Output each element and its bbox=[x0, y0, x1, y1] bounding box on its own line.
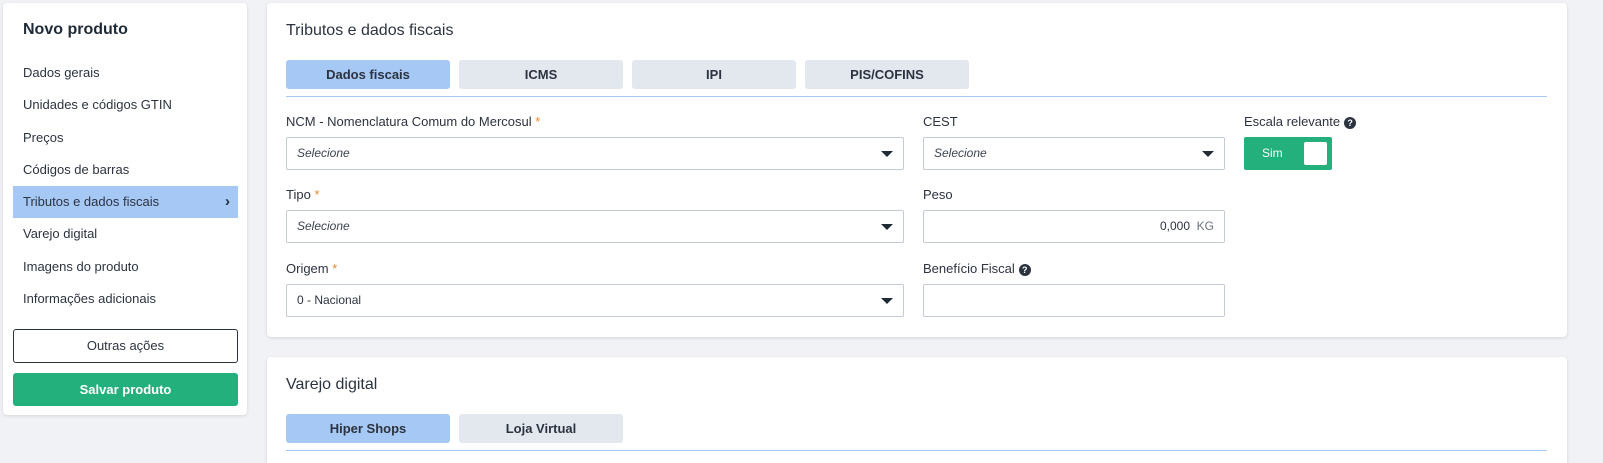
toggle-knob bbox=[1304, 142, 1327, 165]
required-mark: * bbox=[332, 261, 338, 276]
tab-pis-cofins[interactable]: PIS/COFINS bbox=[805, 60, 969, 89]
sidebar-item-informacoes[interactable]: Informações adicionais bbox=[13, 283, 238, 315]
peso-label: Peso bbox=[923, 187, 953, 202]
sidebar-item-varejo[interactable]: Varejo digital bbox=[13, 218, 238, 250]
caret-down-icon bbox=[881, 151, 893, 157]
escala-relevante-toggle[interactable]: Sim bbox=[1244, 137, 1332, 170]
tab-ipi[interactable]: IPI bbox=[632, 60, 796, 89]
caret-down-icon bbox=[881, 298, 893, 304]
save-product-button[interactable]: Salvar produto bbox=[13, 373, 238, 406]
beneficio-label: Benefício Fiscal? bbox=[923, 261, 1031, 276]
tipo-label: Tipo * bbox=[286, 187, 320, 202]
origem-label: Origem * bbox=[286, 261, 338, 276]
sidebar-item-label: Códigos de barras bbox=[23, 161, 130, 177]
ncm-label: NCM - Nomenclatura Comum do Mercosul * bbox=[286, 114, 541, 129]
tab-hiper-shops[interactable]: Hiper Shops bbox=[286, 414, 450, 443]
cest-select[interactable]: Selecione bbox=[923, 137, 1225, 170]
sidebar-item-tributos[interactable]: Tributos e dados fiscais › bbox=[13, 186, 238, 219]
sidebar: Novo produto Dados gerais Unidades e cód… bbox=[3, 3, 247, 415]
caret-down-icon bbox=[1202, 151, 1214, 157]
sidebar-item-label: Imagens do produto bbox=[23, 258, 139, 274]
sidebar-item-dados-gerais[interactable]: Dados gerais bbox=[13, 57, 238, 89]
sidebar-item-codigos-barras[interactable]: Códigos de barras bbox=[13, 154, 238, 186]
tributos-tabs: Dados fiscais ICMS IPI PIS/COFINS bbox=[286, 60, 1547, 97]
ncm-select[interactable]: Selecione bbox=[286, 137, 904, 170]
question-circle-icon[interactable]: ? bbox=[1344, 117, 1357, 129]
toggle-label: Sim bbox=[1262, 146, 1283, 160]
section-title: Tributos e dados fiscais bbox=[286, 22, 454, 39]
caret-down-icon bbox=[881, 224, 893, 230]
required-mark: * bbox=[314, 187, 320, 202]
origem-select[interactable]: 0 - Nacional bbox=[286, 284, 904, 317]
tipo-select-value: Selecione bbox=[297, 219, 350, 233]
cest-select-value: Selecione bbox=[934, 146, 987, 160]
beneficio-fiscal-input[interactable] bbox=[923, 284, 1225, 317]
sidebar-item-label: Unidades e códigos GTIN bbox=[23, 97, 172, 113]
question-circle-icon[interactable]: ? bbox=[1018, 264, 1031, 276]
origem-select-value: 0 - Nacional bbox=[297, 293, 362, 307]
peso-unit: KG bbox=[1196, 219, 1214, 233]
cest-label: CEST bbox=[923, 114, 958, 129]
sidebar-item-label: Informações adicionais bbox=[23, 291, 156, 307]
tributos-card: Tributos e dados fiscais Dados fiscais I… bbox=[267, 3, 1567, 337]
sidebar-nav: Dados gerais Unidades e códigos GTIN Pre… bbox=[13, 57, 238, 315]
sidebar-item-label: Preços bbox=[23, 129, 64, 145]
sidebar-item-unidades[interactable]: Unidades e códigos GTIN bbox=[13, 89, 238, 121]
ncm-select-value: Selecione bbox=[297, 146, 350, 160]
peso-value: 0,000 bbox=[1159, 219, 1190, 233]
tab-dados-fiscais[interactable]: Dados fiscais bbox=[286, 60, 450, 89]
required-mark: * bbox=[535, 114, 541, 129]
sidebar-title: Novo produto bbox=[23, 21, 128, 38]
escala-label: Escala relevante? bbox=[1244, 114, 1357, 129]
sidebar-item-label: Varejo digital bbox=[23, 226, 98, 242]
chevron-right-icon: › bbox=[225, 193, 230, 211]
sidebar-item-label: Tributos e dados fiscais bbox=[23, 194, 160, 210]
varejo-card: Varejo digital Hiper Shops Loja Virtual bbox=[267, 357, 1567, 463]
tab-loja-virtual[interactable]: Loja Virtual bbox=[459, 414, 623, 443]
sidebar-item-imagens[interactable]: Imagens do produto bbox=[13, 251, 238, 283]
tab-icms[interactable]: ICMS bbox=[459, 60, 623, 89]
section-title: Varejo digital bbox=[286, 376, 378, 393]
tipo-select[interactable]: Selecione bbox=[286, 210, 904, 243]
varejo-tabs: Hiper Shops Loja Virtual bbox=[286, 414, 1547, 451]
sidebar-item-label: Dados gerais bbox=[23, 65, 100, 80]
other-actions-button[interactable]: Outras ações bbox=[13, 329, 238, 363]
peso-input[interactable]: 0,000 KG bbox=[923, 210, 1225, 243]
sidebar-item-precos[interactable]: Preços bbox=[13, 122, 238, 154]
